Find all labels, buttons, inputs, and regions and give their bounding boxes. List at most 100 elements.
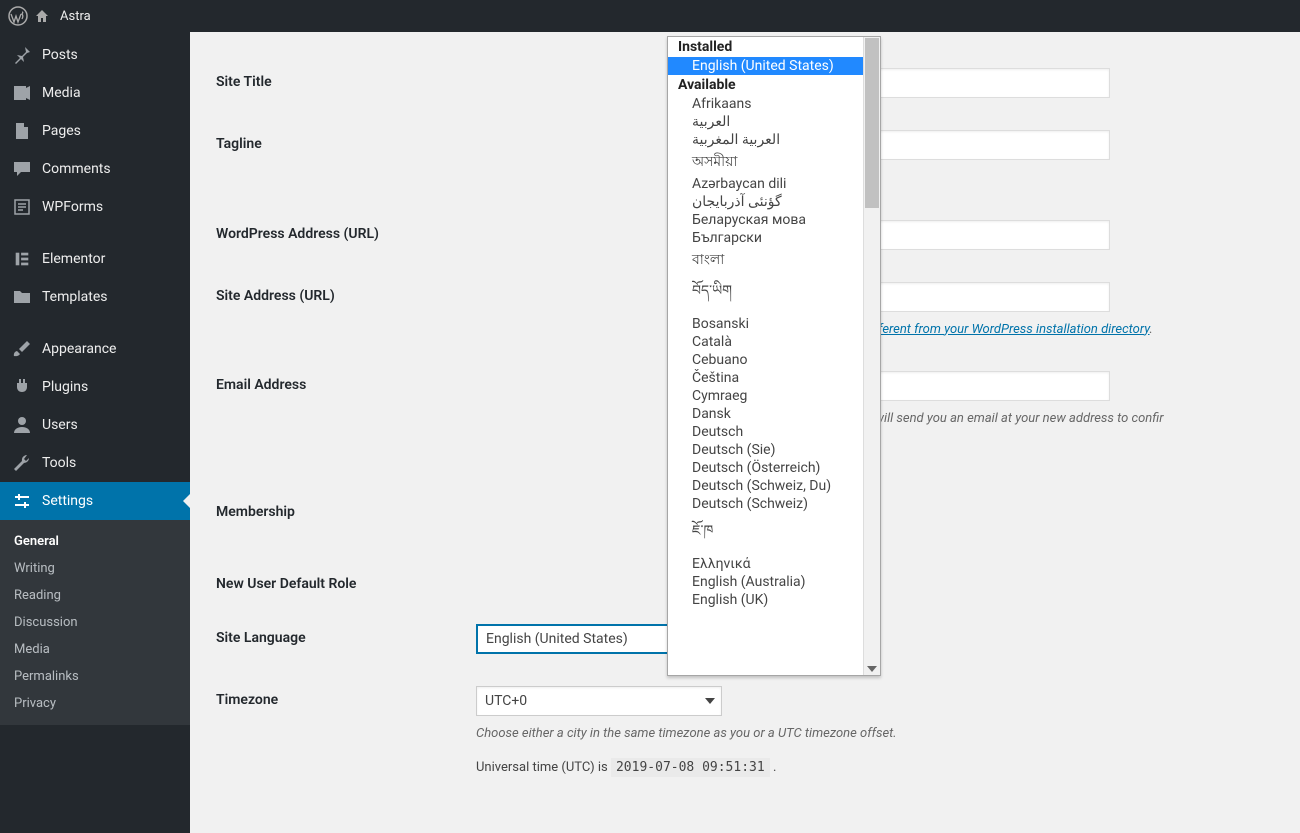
menu-appearance[interactable]: Appearance [0,330,190,368]
language-option[interactable]: Deutsch (Schweiz, Du) [668,477,880,495]
menu-label: Plugins [42,379,88,395]
menu-comments[interactable]: Comments [0,150,190,188]
language-option[interactable]: Български [668,229,880,247]
menu-label: Elementor [42,251,105,267]
menu-label: Templates [42,289,108,305]
wordpress-logo-icon[interactable] [8,6,28,26]
label-site-language: Site Language [216,624,476,646]
topbar-site-name[interactable]: Astra [56,9,95,24]
menu-posts[interactable]: Posts [0,36,190,74]
pin-icon [12,45,32,65]
menu-label: Tools [42,455,76,471]
language-option[interactable]: Deutsch (Schweiz) [668,495,880,513]
sliders-icon [12,491,32,511]
language-option[interactable]: Català [668,333,880,351]
language-option[interactable]: Deutsch (Österreich) [668,459,880,477]
language-option[interactable]: ཇོ་ཁ [668,513,880,555]
label-timezone: Timezone [216,686,476,708]
wrench-icon [12,453,32,473]
utc-suffix: . [773,760,776,775]
language-option[interactable]: English (UK) [668,591,880,609]
admin-topbar: Astra [0,0,1300,32]
menu-label: Media [42,85,81,101]
utc-time-value: 2019-07-08 09:51:31 [611,758,770,777]
language-option[interactable]: Ελληνικά [668,555,880,573]
select-site-language[interactable]: English (United States) [476,624,692,654]
submenu-media[interactable]: Media [0,636,190,663]
menu-tools[interactable]: Tools [0,444,190,482]
submenu-general[interactable]: General [0,528,190,555]
label-site-title: Site Title [216,68,476,90]
submenu-privacy[interactable]: Privacy [0,690,190,717]
label-tagline: Tagline [216,130,476,152]
language-option[interactable]: Беларуская мова [668,211,880,229]
menu-label: WPForms [42,199,103,215]
optgroup-installed: Installed [668,37,880,57]
label-wp-url: WordPress Address (URL) [216,220,476,242]
menu-users[interactable]: Users [0,406,190,444]
language-option[interactable]: Cebuano [668,351,880,369]
menu-settings[interactable]: Settings [0,482,190,520]
menu-label: Appearance [42,341,116,357]
scroll-down-icon [867,666,877,672]
language-option[interactable]: گؤنئی آذربایجان [668,193,880,211]
language-listbox[interactable]: InstalledEnglish (United States)Availabl… [667,36,881,676]
media-icon [12,83,32,103]
admin-sidebar: Posts Media Pages Comments WPForms Eleme… [0,32,190,833]
plug-icon [12,377,32,397]
user-icon [12,415,32,435]
brush-icon [12,339,32,359]
elementor-icon [12,249,32,269]
menu-label: Settings [42,493,93,509]
label-new-user-role: New User Default Role [216,570,476,592]
select-timezone[interactable]: UTC+0 [476,686,722,716]
menu-pages[interactable]: Pages [0,112,190,150]
label-membership: Membership [216,498,476,520]
menu-elementor[interactable]: Elementor [0,240,190,278]
scrollbar-thumb[interactable] [865,38,879,208]
language-option[interactable]: Deutsch [668,423,880,441]
label-site-url: Site Address (URL) [216,282,476,304]
language-option[interactable]: English (Australia) [668,573,880,591]
desc-timezone: Choose either a city in the same timezon… [476,724,1280,744]
menu-label: Comments [42,161,111,177]
language-option[interactable]: العربية المغربية [668,131,880,149]
submenu-discussion[interactable]: Discussion [0,609,190,636]
menu-label: Pages [42,123,81,139]
language-option[interactable]: অসমীয়া [668,149,880,175]
language-option[interactable]: العربية [668,113,880,131]
language-option[interactable]: Dansk [668,405,880,423]
page-icon [12,121,32,141]
language-option[interactable]: Čeština [668,369,880,387]
listbox-scrollbar[interactable] [863,37,880,675]
menu-plugins[interactable]: Plugins [0,368,190,406]
language-option[interactable]: བོད་ཡིག [668,273,880,315]
language-option[interactable]: বাংলা [668,247,880,273]
form-icon [12,197,32,217]
menu-label: Posts [42,47,78,63]
home-icon[interactable] [34,8,50,24]
language-option[interactable]: Azərbaycan dili [668,175,880,193]
language-option[interactable]: Afrikaans [668,95,880,113]
menu-wpforms[interactable]: WPForms [0,188,190,226]
label-email: Email Address [216,371,476,393]
language-option[interactable]: Bosanski [668,315,880,333]
submenu-reading[interactable]: Reading [0,582,190,609]
language-option[interactable]: Deutsch (Sie) [668,441,880,459]
select-value: English (United States) [486,631,628,647]
language-option[interactable]: English (United States) [668,57,880,75]
chevron-down-icon [705,698,715,704]
select-value: UTC+0 [485,693,527,709]
language-option[interactable]: Cymraeg [668,387,880,405]
submenu-permalinks[interactable]: Permalinks [0,663,190,690]
menu-label: Users [42,417,78,433]
folder-icon [12,287,32,307]
content-area: Site Title Tagline his site is about. Wo… [190,32,1300,833]
comment-icon [12,159,32,179]
optgroup-available: Available [668,75,880,95]
menu-templates[interactable]: Templates [0,278,190,316]
menu-media[interactable]: Media [0,74,190,112]
submenu-writing[interactable]: Writing [0,555,190,582]
settings-submenu: General Writing Reading Discussion Media… [0,520,190,725]
utc-label: Universal time (UTC) is [476,760,611,775]
